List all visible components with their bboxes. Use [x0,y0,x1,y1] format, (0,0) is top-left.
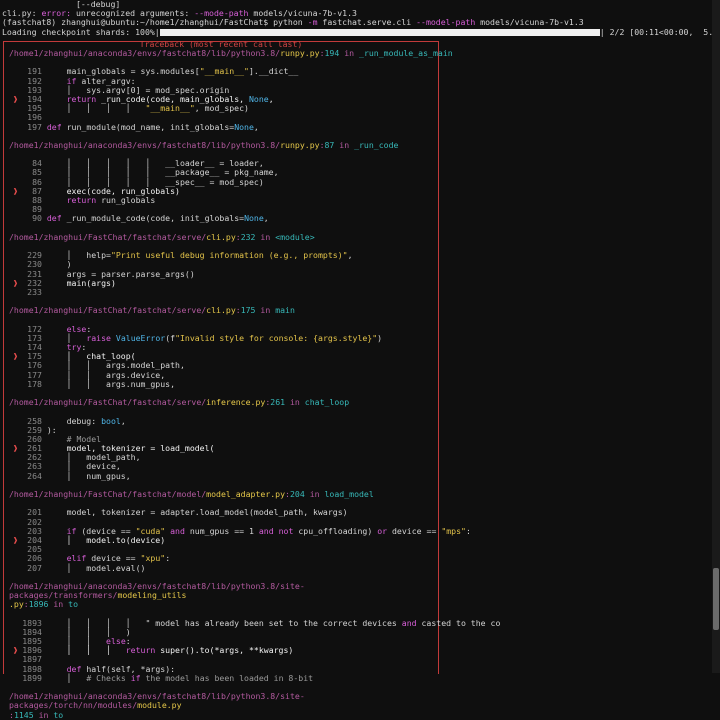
scrollbar[interactable] [712,0,720,673]
command-model-path-flag: --model-path [416,17,476,28]
command-module: fastchat.serve.cli [317,17,417,28]
code-line: 197 def run_module(mod_name, init_global… [27,121,259,132]
traceback-frame: /home1/zhanghui/anaconda3/envs/fastchat8… [9,140,436,233]
current-code-line: ❱ 1896 │ │ │ return super().to(*args, **k… [13,645,294,656]
command-model-arg: models/vicuna-7b-v1.3 [475,17,584,28]
frame-path[interactable]: /home1/zhanghui/FastChat/fastchat/model/… [9,489,436,499]
frame-path[interactable]: /home1/zhanghui/anaconda3/envs/fastchat8… [9,140,436,150]
traceback-frames: /home1/zhanghui/anaconda3/envs/fastchat8… [9,48,500,720]
loading-line: Loading checkpoint shards: 100%| | 2/2 [0… [0,26,720,37]
frame-path[interactable]: /home1/zhanghui/anaconda3/envs/fastchat8… [9,48,453,58]
code-line: 258 debug: bool, [27,415,126,426]
code-line: 229 │ help="Print useful debug informati… [27,250,353,261]
traceback-frame: /home1/zhanghui/FastChat/fastchat/serve/… [9,306,436,398]
scrollbar-thumb[interactable] [713,568,719,630]
frame-path[interactable]: /home1/zhanghui/anaconda3/envs/fastchat8… [9,581,436,610]
code-line: 264 │ num_gpus, [27,470,131,481]
frame-code: 258 debug: bool, 259 ): 260 # Model ❱ 261 … [9,415,436,481]
frame-code: 191 main_globals = sys.modules["__main__… [9,67,436,132]
traceback-frame: /home1/zhanghui/anaconda3/envs/fastchat8… [9,581,500,692]
loading-label: Loading checkpoint shards: 100%| [2,26,160,37]
frame-code: 84 │ │ │ │ │ __loader__ = loader, 85 │ │… [9,159,436,224]
command-m-flag: -m [307,17,318,28]
code-line: 195 │ │ │ │ "__main__", mod_spec) [27,103,249,114]
command-python: python [273,17,308,28]
code-line: 233 [27,286,42,297]
code-line: 207 │ model.eval() [27,562,146,573]
frame-path[interactable]: /home1/zhanghui/FastChat/fastchat/serve/… [9,232,436,242]
frame-path[interactable]: /home1/zhanghui/FastChat/fastchat/serve/… [9,306,436,315]
current-code-line: ❱ 232 main(args) [13,277,116,288]
frame-path[interactable]: /home1/zhanghui/anaconda3/envs/fastchat8… [9,692,436,720]
frame-code: 172 else: 173 │ raise ValueError(f"Inval… [9,324,436,389]
code-line: 90 def _run_module_code(code, init_globa… [32,213,269,224]
frame-code: 229 │ help="Print useful debug informati… [9,250,436,297]
frame-code: 201 model, tokenizer = adapter.load_mode… [9,507,471,573]
terminal-window[interactable]: [--debug] cli.py: error: unrecognized ar… [0,0,720,719]
traceback-frame: /home1/zhanghui/FastChat/fastchat/model/… [9,489,471,582]
frame-code: 1893 │ │ │ │ " model has already been se… [9,618,500,683]
traceback-frame: /home1/zhanghui/FastChat/fastchat/serve/… [9,232,436,307]
code-line: 88 return run_globals [32,195,156,205]
traceback-panel: Traceback (most recent call last) /home1… [3,39,500,719]
current-code-line: ❱ 204 │ model.to(device) [13,534,166,545]
traceback-frame: /home1/zhanghui/anaconda3/envs/fastchat8… [9,692,436,720]
traceback-frame: /home1/zhanghui/FastChat/fastchat/serve/… [9,397,436,490]
traceback-frame: /home1/zhanghui/anaconda3/envs/fastchat8… [9,48,453,141]
code-line: 178 │ │ args.num_gpus, [27,378,176,389]
code-line: 1899 │ # Checks if the model has been lo… [22,672,314,683]
loading-progress-bar [159,28,600,36]
code-line: 201 model, tokenizer = adapter.load_mode… [27,507,348,518]
frame-path[interactable]: /home1/zhanghui/FastChat/fastchat/serve/… [9,397,436,407]
loading-stats: | 2/2 [00:11<00:00, 5.55s/it] [599,26,720,37]
